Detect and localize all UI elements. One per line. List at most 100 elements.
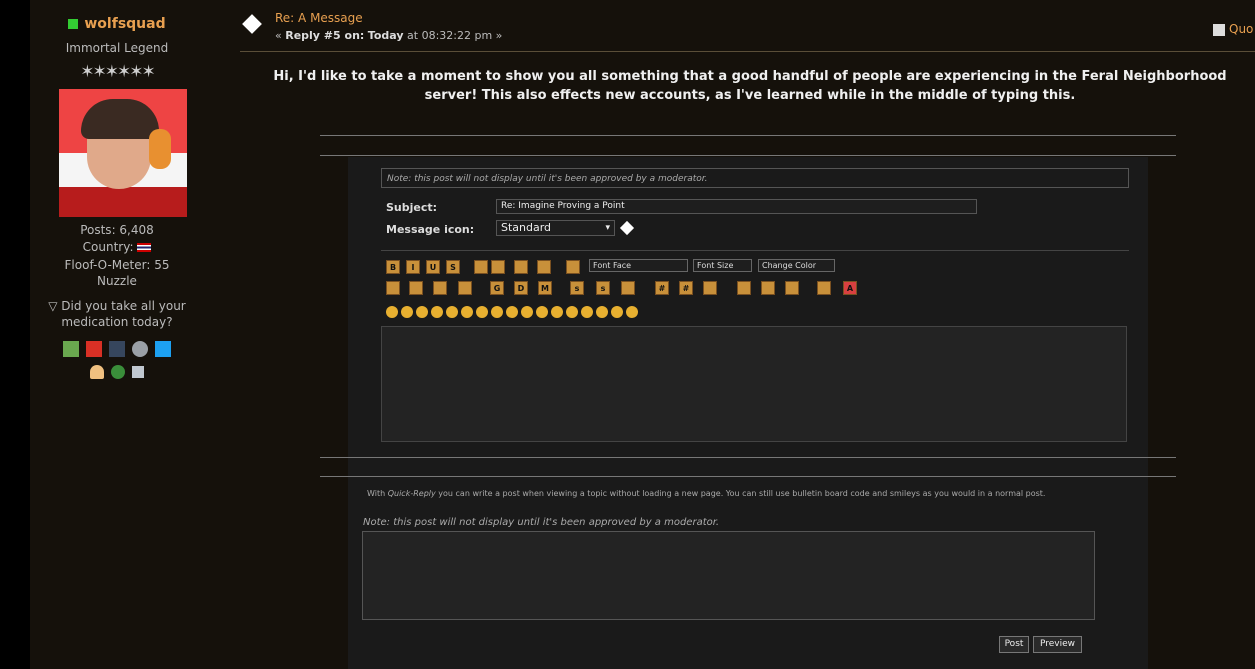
website-icon[interactable] [111,364,125,379]
quote-insert-icon[interactable] [703,281,717,295]
quick-reply-note: Note: this post will not display until i… [363,517,720,528]
bullet-list-icon[interactable] [737,281,751,295]
justify-icon[interactable] [566,260,580,274]
font-size-label: Font Size [697,261,734,270]
grin-icon[interactable] [431,306,443,318]
form-divider [381,250,1129,251]
teletype-icon[interactable] [621,281,635,295]
separator [320,457,1176,458]
angry-icon[interactable] [446,306,458,318]
header-divider [240,51,1255,52]
youtube-icon[interactable] [85,340,102,357]
horizontal-rule-icon[interactable] [785,281,799,295]
chevron-down-icon: ▾ [605,223,610,233]
numbered-list-icon[interactable] [761,281,775,295]
font-face-select[interactable]: Font Face [589,259,688,272]
subscript-icon[interactable]: s [596,281,610,295]
clear-format-icon[interactable] [817,281,831,295]
align-center-icon[interactable] [514,260,528,274]
sad-icon[interactable] [461,306,473,318]
avatar-headset [149,129,171,169]
country-label: Country: [82,240,134,254]
author-name[interactable]: wolfsquad [84,16,165,32]
avatar-shirt [59,187,187,217]
code-icon[interactable]: # [679,281,693,295]
member-group: Nuzzle [97,274,137,288]
preformatted-icon[interactable] [474,260,488,274]
profile-icon[interactable] [89,364,104,379]
cry-icon[interactable] [611,306,623,318]
email-icon[interactable] [433,281,447,295]
rank-stars: ✶✶✶✶✶✶ [80,62,155,82]
separator [320,135,1176,136]
cool-icon[interactable] [491,306,503,318]
image-icon[interactable] [386,281,400,295]
strikethrough-icon[interactable]: S [446,260,460,274]
thailand-flag-icon [137,243,152,252]
lips-sealed-icon[interactable] [566,306,578,318]
align-left-icon[interactable] [491,260,505,274]
online-status-icon [68,19,79,29]
subject-label: Subject: [386,201,438,214]
subject-input[interactable]: Re: Imagine Proving a Point [496,199,977,214]
shocked-icon[interactable] [476,306,488,318]
align-right-icon[interactable] [537,260,551,274]
message-icon-value: Standard [501,221,552,234]
kiss-icon[interactable] [596,306,608,318]
author-sidebar: wolfsquad Immortal Legend ✶✶✶✶✶✶ Posts: … [30,0,204,669]
shadow-icon[interactable]: D [514,281,528,295]
floof-meter: Floof-O-Meter: 55 [64,258,170,272]
rolleyes-icon[interactable] [521,306,533,318]
wink-icon[interactable] [401,306,413,318]
author-title: Immortal Legend [65,41,169,55]
avatar[interactable] [59,89,187,217]
table-icon[interactable]: # [655,281,669,295]
undecided-icon[interactable] [581,306,593,318]
link-icon[interactable] [409,281,423,295]
profile-icons [30,361,204,380]
upload-icon[interactable] [458,281,472,295]
message-textarea[interactable] [381,326,1127,442]
cheesy-icon[interactable] [416,306,428,318]
deviantart-icon[interactable] [62,340,79,357]
country-row: Country: [30,240,204,254]
qr-desc-rest: you can write a post when viewing a topi… [435,489,1046,498]
reply-prefix: « [275,29,286,42]
twitter-icon[interactable] [155,340,172,357]
italic-icon[interactable]: I [406,260,420,274]
post-title[interactable]: Re: A Message [275,11,363,25]
reply-time: at 08:32:22 pm » [403,29,503,42]
post-button[interactable]: Post [999,636,1029,653]
qr-desc-em: Quick-Reply [387,489,436,498]
qr-desc-prefix: With [367,489,388,498]
avatar-hair [81,99,159,139]
message-icon-select[interactable]: Standard ▾ [496,220,615,236]
message-icon[interactable] [132,365,145,378]
author-name-row: wolfsquad [30,16,204,32]
marquee-icon[interactable]: M [538,281,552,295]
superscript-icon[interactable]: s [570,281,584,295]
preview-button[interactable]: Preview [1033,636,1082,653]
post-count: Posts: 6,408 [80,223,154,237]
tumblr-icon[interactable] [109,340,125,357]
change-color-label: Change Color [762,261,817,270]
change-color-select[interactable]: Change Color [758,259,835,272]
reply-label: Reply #5 on: [285,29,365,42]
more-smileys-icon[interactable] [626,306,638,318]
quote-button[interactable]: Quo [1213,22,1253,36]
quick-reply-textarea[interactable] [362,531,1095,620]
huh-icon[interactable] [506,306,518,318]
separator [320,476,1176,477]
quote-label: Quo [1229,22,1254,36]
bold-icon[interactable]: B [386,260,400,274]
font-face-label: Font Face [593,261,632,270]
font-size-select[interactable]: Font Size [693,259,752,272]
embarrassed-icon[interactable] [551,306,563,318]
steam-icon[interactable] [132,340,149,357]
text-color-icon[interactable]: A [843,281,857,295]
glow-icon[interactable]: G [490,281,504,295]
underline-icon[interactable]: U [426,260,440,274]
smiley-icon[interactable] [386,306,398,318]
quote-icon [1213,23,1225,36]
tongue-icon[interactable] [536,306,548,318]
